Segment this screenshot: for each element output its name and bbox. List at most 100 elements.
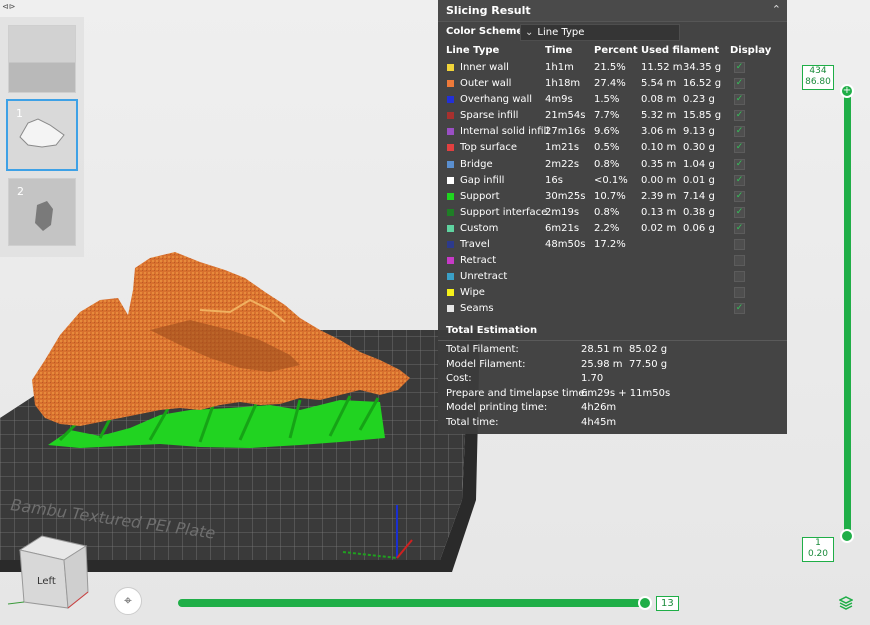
- table-row: Seams ✓: [438, 301, 787, 317]
- used-filament-weight: 7.14 g: [683, 190, 715, 202]
- display-checkbox[interactable]: ✓: [734, 62, 745, 73]
- line-type-time: 6m21s: [545, 222, 580, 234]
- line-type-name: Custom: [460, 222, 499, 234]
- chevron-up-icon[interactable]: ⌃: [772, 3, 781, 16]
- total-value: 1.70: [581, 373, 604, 385]
- total-label: Model Filament:: [446, 358, 526, 370]
- line-type-time: 2m19s: [545, 206, 580, 218]
- color-swatch: [447, 112, 454, 120]
- table-row: Travel 48m50s 17.2%: [438, 237, 787, 253]
- line-type-name: Bridge: [460, 158, 493, 170]
- view-cube[interactable]: Left: [6, 532, 96, 622]
- total-value: 28.51 m: [581, 344, 623, 355]
- color-swatch: [447, 192, 454, 200]
- total-row: Total Filament: 28.51 m 85.02 g: [438, 343, 787, 358]
- line-type-time: 30m25s: [545, 190, 586, 202]
- line-type-name: Retract: [460, 255, 497, 267]
- display-checkbox[interactable]: ✓: [734, 94, 745, 106]
- table-row: Unretract: [438, 269, 787, 285]
- total-estimation-title: Total Estimation: [446, 325, 538, 336]
- display-checkbox[interactable]: [734, 239, 745, 251]
- total-value: 6m29s + 11m50s: [581, 387, 671, 399]
- camera-focus-icon[interactable]: ⌖: [114, 587, 142, 615]
- layers-icon[interactable]: [838, 596, 854, 612]
- sidebar-collapse-icon[interactable]: ⊲⊳: [2, 2, 15, 12]
- layer-top-label: 434 86.80: [802, 65, 834, 90]
- total-value: 4h45m: [581, 416, 617, 428]
- column-header-line-type: Line Type: [446, 45, 500, 56]
- total-extra: 85.02 g: [629, 344, 668, 355]
- column-header-display: Display: [730, 45, 772, 56]
- display-checkbox[interactable]: ✓: [734, 174, 745, 186]
- line-type-percent: 21.5%: [594, 62, 626, 73]
- table-row: Internal solid infill 27m16s 9.6% 3.06 m 9.1…: [438, 124, 787, 140]
- layer-bottom-label: 1 0.20: [802, 537, 834, 562]
- line-type-percent: 0.8%: [594, 158, 620, 170]
- color-scheme-value: Line Type: [537, 27, 585, 38]
- line-type-percent: <0.1%: [594, 174, 628, 186]
- line-type-name: Wipe: [460, 287, 485, 299]
- display-checkbox[interactable]: ✓: [734, 206, 745, 218]
- used-filament-length: 0.10 m: [641, 142, 677, 154]
- line-type-name: Seams: [460, 303, 494, 315]
- layer-slider-top-handle[interactable]: +: [840, 84, 854, 98]
- display-checkbox[interactable]: [734, 255, 745, 267]
- display-checkbox[interactable]: ✓: [734, 303, 745, 315]
- display-checkbox[interactable]: [734, 287, 745, 299]
- table-row: Wipe: [438, 285, 787, 301]
- plate-thumbnail-selected[interactable]: 1: [6, 99, 78, 171]
- color-swatch: [447, 305, 454, 313]
- bottom-layer-height: 0.20: [807, 549, 829, 559]
- color-swatch: [447, 80, 454, 88]
- display-checkbox[interactable]: ✓: [734, 190, 745, 202]
- total-row: Prepare and timelapse time: 6m29s + 11m50…: [438, 387, 787, 402]
- display-checkbox[interactable]: ✓: [734, 222, 745, 234]
- total-row: Model printing time: 4h26m: [438, 401, 787, 416]
- used-filament-weight: 0.30 g: [683, 142, 715, 154]
- line-type-name: Gap infill: [460, 174, 505, 186]
- color-swatch: [447, 289, 454, 297]
- move-slider-handle[interactable]: [638, 596, 652, 610]
- layer-slider-track[interactable]: [844, 90, 851, 536]
- table-row: Sparse infill 21m54s 7.7% 5.32 m 15.85 g ✓: [438, 108, 787, 124]
- line-type-name: Unretract: [460, 271, 508, 283]
- used-filament-weight: 16.52 g: [683, 78, 722, 90]
- display-checkbox[interactable]: ✓: [734, 158, 745, 170]
- line-type-table: Inner wall 1h1m 21.5% 11.52 m 34.35 g ✓ Outer …: [438, 60, 787, 318]
- color-scheme-dropdown[interactable]: ⌄ Line Type: [520, 24, 680, 41]
- used-filament-weight: 0.01 g: [683, 174, 715, 186]
- divider: [438, 340, 787, 341]
- line-type-time: 1h1m: [545, 62, 574, 73]
- line-type-percent: 0.8%: [594, 206, 620, 218]
- plate-thumbnail-list: 1 2: [0, 17, 84, 257]
- plate-thumbnail[interactable]: [8, 25, 76, 93]
- display-checkbox[interactable]: ✓: [734, 78, 745, 90]
- display-checkbox[interactable]: ✓: [734, 110, 745, 122]
- line-type-percent: 27.4%: [594, 78, 626, 90]
- total-extra: 77.50 g: [629, 358, 668, 370]
- used-filament-length: 3.06 m: [641, 126, 677, 138]
- total-label: Total Filament:: [446, 344, 519, 355]
- used-filament-weight: 1.04 g: [683, 158, 715, 170]
- column-header-time: Time: [545, 45, 573, 56]
- layer-slider-bottom-handle[interactable]: [840, 529, 854, 543]
- chevron-down-icon: ⌄: [525, 27, 534, 38]
- slicing-result-panel: Slicing Result ⌃ Color Scheme ⌄ Line Type…: [438, 0, 787, 434]
- used-filament-length: 5.54 m: [641, 78, 677, 90]
- total-value: 25.98 m: [581, 358, 623, 370]
- table-row: Support interface 2m19s 0.8% 0.13 m 0.38 g ✓: [438, 205, 787, 221]
- display-checkbox[interactable]: ✓: [734, 126, 745, 138]
- line-type-percent: 1.5%: [594, 94, 620, 106]
- display-checkbox[interactable]: [734, 271, 745, 283]
- display-checkbox[interactable]: ✓: [734, 142, 745, 154]
- move-slider-track[interactable]: [178, 599, 648, 607]
- line-type-time: 48m50s: [545, 239, 586, 251]
- plate-thumbnail[interactable]: 2: [8, 178, 76, 246]
- line-type-name: Sparse infill: [460, 110, 519, 122]
- line-type-name: Top surface: [460, 142, 518, 154]
- table-row: Support 30m25s 10.7% 2.39 m 7.14 g ✓: [438, 189, 787, 205]
- line-type-percent: 0.5%: [594, 142, 620, 154]
- line-type-name: Support interface: [460, 206, 548, 218]
- line-type-time: 4m9s: [545, 94, 573, 106]
- color-swatch: [447, 144, 454, 152]
